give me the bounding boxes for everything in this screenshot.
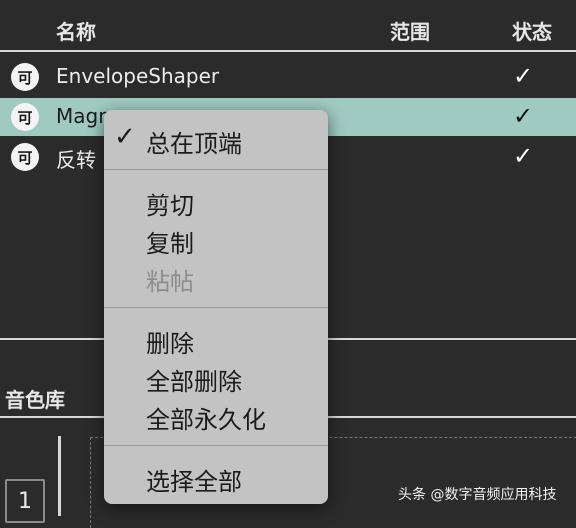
plugin-name: 反转 xyxy=(56,148,96,172)
menu-item-make-all-permanent[interactable]: 全部永久化 xyxy=(104,398,328,434)
menu-item-label: 剪切 xyxy=(146,192,194,220)
column-header-status[interactable]: 状态 xyxy=(512,16,552,45)
plugin-name: EnvelopeShaper xyxy=(56,64,220,88)
menu-item-label: 全部删除 xyxy=(146,368,242,396)
plugin-icon: 可 xyxy=(11,143,39,171)
checkmark-icon[interactable]: ✓ xyxy=(513,62,533,90)
menu-item-label: 选择全部 xyxy=(146,468,242,496)
column-header-range[interactable]: 范围 xyxy=(390,16,430,45)
table-row[interactable]: 可 EnvelopeShaper ✓ xyxy=(0,58,576,96)
context-menu: ✓ 总在顶端 剪切 复制 粘帖 删除 全部删除 全部永久化 选择全部 xyxy=(104,110,328,504)
menu-item-always-on-top[interactable]: ✓ 总在顶端 xyxy=(104,122,328,158)
menu-item-cut[interactable]: 剪切 xyxy=(104,184,328,220)
menu-separator xyxy=(104,169,328,170)
slot-number[interactable]: 1 xyxy=(5,479,45,523)
checkmark-icon[interactable]: ✓ xyxy=(513,102,533,130)
menu-item-copy[interactable]: 复制 xyxy=(104,222,328,258)
plugin-name: Magn xyxy=(56,104,111,128)
menu-item-label: 复制 xyxy=(146,230,194,258)
checkmark-icon: ✓ xyxy=(114,122,136,152)
plugin-icon: 可 xyxy=(11,63,39,91)
menu-item-delete-all[interactable]: 全部删除 xyxy=(104,360,328,396)
timeline-marker xyxy=(58,436,61,516)
menu-item-label: 粘帖 xyxy=(146,268,194,296)
checkmark-icon[interactable]: ✓ xyxy=(513,142,533,170)
column-header-name[interactable]: 名称 xyxy=(56,16,96,45)
menu-separator xyxy=(104,445,328,446)
menu-item-label: 全部永久化 xyxy=(146,406,266,434)
menu-item-label: 总在顶端 xyxy=(146,130,242,158)
menu-item-label: 删除 xyxy=(146,330,194,358)
table-header: 名称 范围 状态 xyxy=(0,0,576,52)
menu-item-delete[interactable]: 删除 xyxy=(104,322,328,358)
library-title: 音色库 xyxy=(5,388,65,412)
plugin-icon: 可 xyxy=(11,103,39,131)
watermark: 头条 @数字音频应用科技 xyxy=(398,487,557,503)
menu-separator xyxy=(104,307,328,308)
menu-item-select-all[interactable]: 选择全部 xyxy=(104,460,328,496)
menu-item-paste: 粘帖 xyxy=(104,260,328,296)
